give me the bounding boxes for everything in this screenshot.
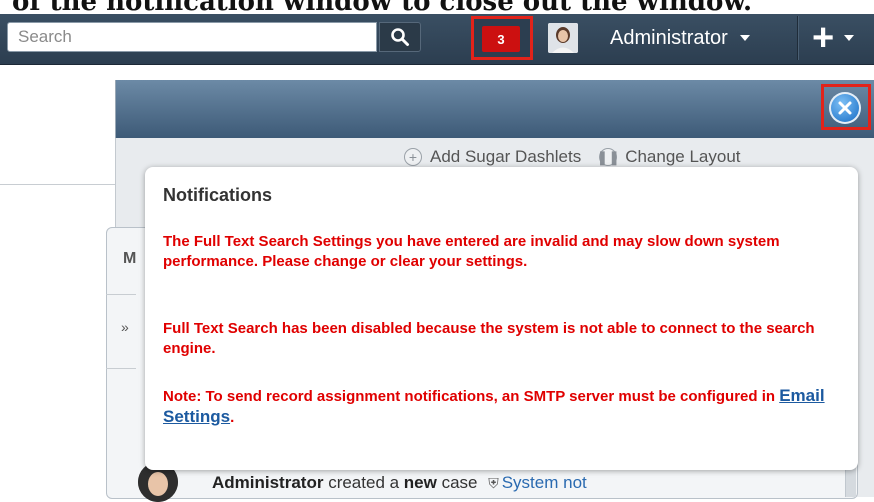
notification-message: Full Text Search has been disabled becau…	[163, 320, 815, 357]
notification-message-smtp: Note: To send record assignment notifica…	[163, 386, 833, 428]
feed-user[interactable]: Administrator	[212, 473, 323, 492]
user-name: Administrator	[610, 26, 728, 49]
add-icon: +	[404, 148, 422, 166]
notifications-button[interactable]: 3	[471, 16, 533, 60]
dashlet-header-partial: M	[123, 250, 137, 267]
dashlet-row-divider	[106, 294, 136, 295]
left-divider	[0, 184, 115, 185]
notifications-title: Notifications	[163, 185, 273, 205]
smtp-text: Note: To send record assignment notifica…	[163, 388, 780, 405]
dashboard-actions: + Add Sugar Dashlets ❚❚ Change Layout	[404, 146, 741, 168]
notification-message: The Full Text Search Settings you have e…	[163, 233, 780, 270]
dashboard-panel-header	[115, 80, 874, 138]
feed-bold-word: new	[403, 473, 437, 492]
change-layout-link[interactable]: Change Layout	[625, 147, 740, 167]
case-icon: ⛨	[488, 475, 499, 491]
feed-record-link[interactable]: System not	[502, 473, 587, 492]
search-button[interactable]	[379, 22, 421, 52]
search-input[interactable]	[7, 22, 377, 52]
close-icon	[838, 101, 852, 115]
notifications-popover: Notifications The Full Text Search Setti…	[145, 167, 858, 470]
nav-divider	[797, 16, 798, 60]
dashlet-row-divider	[106, 368, 136, 369]
user-menu[interactable]: Administrator	[610, 24, 750, 52]
notification-count-badge: 3	[482, 26, 520, 52]
close-button[interactable]	[829, 92, 861, 124]
chevron-down-icon	[844, 35, 855, 41]
columns-icon: ❚❚	[596, 148, 620, 166]
top-nav-bar: 3 Administrator +	[0, 14, 874, 65]
caption-text: of the notification window to close out …	[12, 0, 752, 14]
plus-icon: +	[812, 17, 835, 59]
search-icon	[391, 28, 409, 46]
activity-feed-item: Administrator created a new case ⛨ System…	[212, 473, 587, 493]
user-photo-icon	[548, 23, 578, 53]
user-avatar[interactable]	[548, 23, 578, 53]
chevron-down-icon	[739, 35, 750, 41]
instruction-caption: of the notification window to close out …	[0, 0, 874, 14]
add-dashlets-link[interactable]: Add Sugar Dashlets	[430, 147, 581, 167]
feed-text-part: case	[436, 473, 483, 492]
double-chevron-down-icon[interactable]: »	[121, 319, 129, 335]
quick-create-button[interactable]: +	[812, 17, 870, 59]
feed-text-part: created a	[323, 473, 404, 492]
smtp-suffix: .	[230, 409, 235, 426]
